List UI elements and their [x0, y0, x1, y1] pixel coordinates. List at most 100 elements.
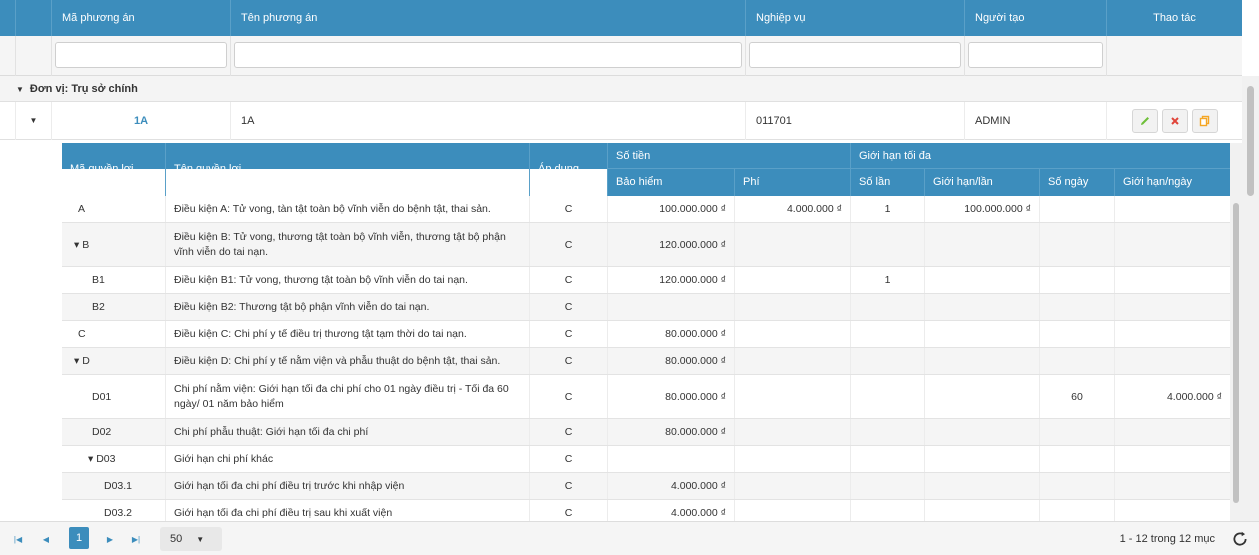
benefit-row[interactable]: A Điều kiện A: Tử vong, tàn tật toàn bộ v…	[62, 196, 1230, 223]
benefit-code-cell[interactable]: C	[62, 321, 166, 347]
detail-scroll-thumb[interactable]	[1233, 203, 1239, 503]
fee-cell	[735, 375, 851, 418]
header-times[interactable]: Số lần	[851, 169, 925, 196]
outer-scrollbar[interactable]	[1242, 76, 1259, 521]
group-row[interactable]: ▼ Đơn vị: Trụ sở chính	[0, 76, 1242, 102]
column-header-creator[interactable]: Người tạo	[965, 0, 1107, 36]
collapse-icon[interactable]: ▼	[16, 77, 24, 103]
benefit-row[interactable]: D03.2 Giới hạn tối đa chi phí điều trị sa…	[62, 500, 1230, 521]
header-benefit-name[interactable]: Tên quyền lợi	[166, 143, 530, 196]
detail-panel: Mã quyền lợi Tên quyền lợi Áp dụng Số ti…	[0, 140, 1242, 521]
benefit-row[interactable]: ▾ B Điều kiện B: Tử vong, thương tật toàn…	[62, 223, 1230, 267]
benefit-row[interactable]: ▾ D Điều kiện D: Chi phí y tế nằm viện và…	[62, 348, 1230, 375]
prev-page-icon[interactable]: ◀	[36, 529, 56, 549]
detail-header-row-1: Mã quyền lợi Tên quyền lợi Áp dụng Số ti…	[62, 143, 1230, 196]
benefit-code-cell[interactable]: B1	[62, 267, 166, 293]
apply-cell: C	[530, 500, 608, 521]
fee-cell	[735, 473, 851, 499]
group-label: Đơn vị: Trụ sở chính	[29, 83, 138, 95]
detail-scrollbar[interactable]	[1230, 143, 1242, 521]
benefit-code-cell[interactable]: D01	[62, 375, 166, 418]
header-amount-group: Số tiền	[608, 143, 851, 169]
insurance-amount-cell	[608, 294, 735, 320]
limit-per-time-cell	[925, 348, 1040, 374]
creator-cell: ADMIN	[965, 102, 1107, 140]
header-limit-per-day[interactable]: Giới hạn/ngày	[1115, 169, 1230, 196]
page-number-button[interactable]: 1	[69, 527, 89, 549]
header-limit-per-time[interactable]: Giới hạn/lần	[925, 169, 1040, 196]
header-limit-group: Giới hạn tối đa	[851, 143, 1230, 169]
insurance-amount-cell: 80.000.000 ₫	[608, 321, 735, 347]
benefit-code-cell[interactable]: ▾ D	[62, 348, 166, 374]
benefit-row[interactable]: D02 Chi phí phẫu thuật: Giới hạn tối đa c…	[62, 419, 1230, 446]
last-page-icon[interactable]: ▶|	[126, 529, 146, 549]
filter-row	[0, 36, 1242, 76]
column-header-name[interactable]: Tên phương án	[231, 0, 746, 36]
filter-operation-input[interactable]	[749, 42, 961, 68]
delete-button[interactable]	[1161, 109, 1188, 133]
fee-cell: 4.000.000 ₫	[735, 196, 851, 222]
apply-cell: C	[530, 321, 608, 347]
limit-per-time-cell	[925, 473, 1040, 499]
expand-toggle-icon[interactable]: ▼	[16, 102, 52, 140]
benefit-code-cell[interactable]: B2	[62, 294, 166, 320]
chevron-down-icon: ▼	[196, 534, 205, 544]
next-page-icon[interactable]: ▶	[100, 529, 120, 549]
outer-scroll-thumb[interactable]	[1247, 86, 1254, 196]
benefit-row[interactable]: C Điều kiện C: Chi phí y tế điều trị thươ…	[62, 321, 1230, 348]
detail-header-row-2: Bảo hiểm Phí Số lần Giới hạn/lần Số ngày…	[608, 169, 1230, 196]
plan-name-cell: 1A	[231, 102, 746, 140]
filter-name-input[interactable]	[234, 42, 742, 68]
benefit-code-cell[interactable]: D03.2	[62, 500, 166, 521]
page-size-select[interactable]: 50 ▼	[160, 527, 222, 551]
fee-cell	[735, 267, 851, 293]
fee-cell	[735, 419, 851, 445]
refresh-icon[interactable]	[1231, 530, 1249, 548]
plan-code-cell[interactable]: 1A	[52, 102, 231, 140]
actions-cell	[1107, 102, 1242, 140]
master-row[interactable]: ▼ 1A 1A 011701 ADMIN	[0, 102, 1242, 140]
limit-per-time-cell	[925, 294, 1040, 320]
column-header-operation[interactable]: Nghiệp vụ	[746, 0, 965, 36]
benefit-row[interactable]: B1 Điều kiện B1: Tử vong, thương tật toàn…	[62, 267, 1230, 294]
header-days[interactable]: Số ngày	[1040, 169, 1115, 196]
benefit-code-cell[interactable]: D02	[62, 419, 166, 445]
benefit-code-cell[interactable]: ▾ D03	[62, 446, 166, 472]
header-benefit-code[interactable]: Mã quyền lợi	[62, 143, 166, 196]
apply-cell: C	[530, 223, 608, 266]
filter-code-input[interactable]	[55, 42, 227, 68]
header-fee[interactable]: Phí	[735, 169, 851, 196]
benefit-name-cell: Chi phí phẫu thuật: Giới hạn tối đa chi …	[166, 419, 530, 445]
header-apply[interactable]: Áp dụng	[530, 143, 608, 196]
benefit-name-cell: Điều kiện D: Chi phí y tế nằm viện và ph…	[166, 348, 530, 374]
times-cell	[851, 294, 925, 320]
days-cell	[1040, 419, 1115, 445]
apply-cell: C	[530, 294, 608, 320]
fee-cell	[735, 223, 851, 266]
benefit-row[interactable]: D01 Chi phí nằm viện: Giới hạn tối đa chi…	[62, 375, 1230, 419]
limit-per-day-cell: 4.000.000 ₫	[1166, 390, 1222, 403]
limit-per-day-cell	[1115, 446, 1230, 472]
apply-cell: C	[530, 196, 608, 222]
benefit-row[interactable]: ▾ D03 Giới hạn chi phí khác C	[62, 446, 1230, 473]
header-insurance[interactable]: Bảo hiểm	[608, 169, 735, 196]
limit-per-time-cell	[925, 375, 1040, 418]
limit-per-day-cell	[1115, 348, 1230, 374]
insurance-amount-cell: 4.000.000 ₫	[608, 473, 735, 499]
copy-icon	[1199, 115, 1209, 127]
operation-cell: 011701	[746, 102, 965, 140]
edit-button[interactable]	[1131, 109, 1158, 133]
times-cell	[851, 446, 925, 472]
benefit-code-cell[interactable]: D03.1	[62, 473, 166, 499]
copy-button[interactable]	[1191, 109, 1218, 133]
benefit-name-cell: Giới hạn tối đa chi phí điều trị trước k…	[166, 473, 530, 499]
benefit-rows: A Điều kiện A: Tử vong, tàn tật toàn bộ v…	[62, 196, 1230, 521]
column-header-code[interactable]: Mã phương án	[52, 0, 231, 36]
benefit-code-cell[interactable]: ▾ B	[62, 223, 166, 266]
benefit-row[interactable]: D03.1 Giới hạn tối đa chi phí điều trị tr…	[62, 473, 1230, 500]
benefit-code-cell[interactable]: A	[62, 196, 166, 222]
limit-per-time-cell	[925, 419, 1040, 445]
first-page-icon[interactable]: |◀	[8, 529, 28, 549]
benefit-row[interactable]: B2 Điều kiện B2: Thương tật bộ phận vĩnh …	[62, 294, 1230, 321]
filter-creator-input[interactable]	[968, 42, 1103, 68]
